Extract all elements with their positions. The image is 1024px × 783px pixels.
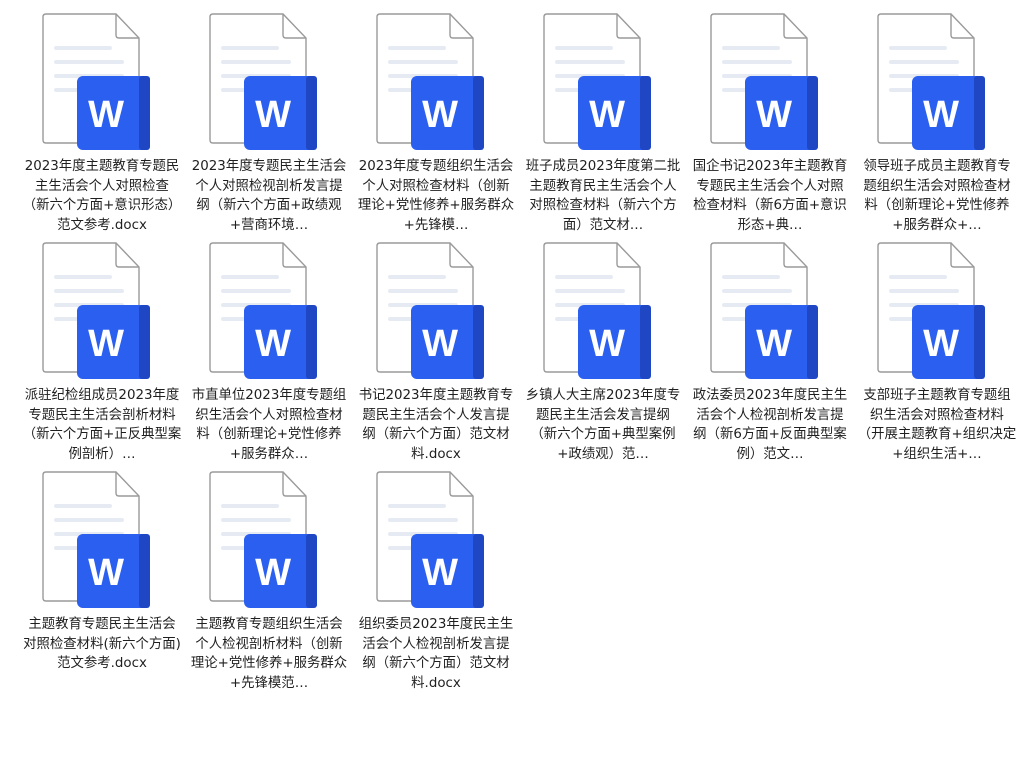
svg-text:W: W xyxy=(923,94,959,136)
file-item[interactable]: W 主题教育专题民主生活会对照检查材料(新六个方面)范文参考.docx xyxy=(19,470,186,699)
svg-text:W: W xyxy=(255,94,291,136)
file-item[interactable]: W 主题教育专题组织生活会个人检视剖析材料（创新理论+党性修养+服务群众+先锋模… xyxy=(186,470,353,699)
word-document-icon: W xyxy=(541,241,651,381)
svg-text:W: W xyxy=(255,552,291,594)
word-document-icon: W xyxy=(40,470,150,610)
word-document-icon: W xyxy=(207,241,317,381)
file-name-label: 国企书记2023年主题教育专题民主生活会个人对照检查材料（新6方面+意识形态+典… xyxy=(692,159,848,233)
svg-text:W: W xyxy=(422,323,458,365)
file-name-label: 政法委员2023年度民主生活会个人检视剖析发言提纲（新6方面+反面典型案例）范文… xyxy=(692,388,848,462)
file-name-label: 主题教育专题组织生活会个人检视剖析材料（创新理论+党性修养+服务群众+先锋模范… xyxy=(190,617,348,691)
svg-text:W: W xyxy=(589,94,625,136)
svg-text:W: W xyxy=(88,552,124,594)
file-name-label: 2023年度主题教育专题民主生活会个人对照检查（新六个方面+意识形态）范文参考.… xyxy=(22,159,182,233)
file-name-label: 班子成员2023年度第二批主题教育民主生活会个人对照检查材料（新六个方面）范文材… xyxy=(525,159,681,233)
file-name-label: 书记2023年度主题教育专题民主生活会个人发言提纲（新六个方面）范文材料.doc… xyxy=(358,388,514,462)
file-name-label: 2023年度专题民主生活会个人对照检视剖析发言提纲（新六个方面+政绩观+营商环境… xyxy=(191,159,347,233)
file-name-label: 乡镇人大主席2023年度专题民主生活会发言提纲（新六个方面+典型案例+政绩观）范… xyxy=(525,388,681,462)
word-document-icon: W xyxy=(875,241,985,381)
word-document-icon: W xyxy=(207,470,317,610)
svg-text:W: W xyxy=(923,323,959,365)
file-grid: W 2023年度主题教育专题民主生活会个人对照检查（新六个方面+意识形态）范文参… xyxy=(19,12,1021,699)
word-document-icon: W xyxy=(541,12,651,152)
word-document-icon: W xyxy=(875,12,985,152)
file-item[interactable]: W 2023年度主题教育专题民主生活会个人对照检查（新六个方面+意识形态）范文参… xyxy=(19,12,186,241)
file-item[interactable]: W 组织委员2023年度民主生活会个人检视剖析发言提纲（新六个方面）范文材料.d… xyxy=(353,470,520,699)
word-document-icon: W xyxy=(40,241,150,381)
svg-text:W: W xyxy=(88,323,124,365)
svg-text:W: W xyxy=(589,323,625,365)
file-name-label: 支部班子主题教育专题组织生活会对照检查材料（开展主题教育+组织决定+组织生活+… xyxy=(857,388,1017,462)
svg-text:W: W xyxy=(756,323,792,365)
word-document-icon: W xyxy=(374,241,484,381)
file-item[interactable]: W 乡镇人大主席2023年度专题民主生活会发言提纲（新六个方面+典型案例+政绩观… xyxy=(520,241,687,470)
file-item[interactable]: W 支部班子主题教育专题组织生活会对照检查材料（开展主题教育+组织决定+组织生活… xyxy=(854,241,1021,470)
word-document-icon: W xyxy=(374,12,484,152)
word-document-icon: W xyxy=(708,241,818,381)
file-item[interactable]: W 国企书记2023年主题教育专题民主生活会个人对照检查材料（新6方面+意识形态… xyxy=(687,12,854,241)
svg-text:W: W xyxy=(422,94,458,136)
svg-text:W: W xyxy=(756,94,792,136)
file-name-label: 市直单位2023年度专题组织生活会个人对照检查材料（创新理论+党性修养+服务群众… xyxy=(191,388,347,462)
file-name-label: 主题教育专题民主生活会对照检查材料(新六个方面)范文参考.docx xyxy=(23,617,181,671)
word-document-icon: W xyxy=(207,12,317,152)
file-item[interactable]: W 班子成员2023年度第二批主题教育民主生活会个人对照检查材料（新六个方面）范… xyxy=(520,12,687,241)
file-item[interactable]: W 市直单位2023年度专题组织生活会个人对照检查材料（创新理论+党性修养+服务… xyxy=(186,241,353,470)
file-name-label: 组织委员2023年度民主生活会个人检视剖析发言提纲（新六个方面）范文材料.doc… xyxy=(358,617,514,691)
file-name-label: 领导班子成员主题教育专题组织生活会对照检查材料（创新理论+党性修养+服务群众+… xyxy=(863,159,1011,233)
file-item[interactable]: W 2023年度专题民主生活会个人对照检视剖析发言提纲（新六个方面+政绩观+营商… xyxy=(186,12,353,241)
svg-text:W: W xyxy=(255,323,291,365)
svg-text:W: W xyxy=(88,94,124,136)
word-document-icon: W xyxy=(40,12,150,152)
file-item[interactable]: W 领导班子成员主题教育专题组织生活会对照检查材料（创新理论+党性修养+服务群众… xyxy=(854,12,1021,241)
file-item[interactable]: W 2023年度专题组织生活会个人对照检查材料（创新理论+党性修养+服务群众+先… xyxy=(353,12,520,241)
svg-text:W: W xyxy=(422,552,458,594)
file-item[interactable]: W 政法委员2023年度民主生活会个人检视剖析发言提纲（新6方面+反面典型案例）… xyxy=(687,241,854,470)
file-item[interactable]: W 派驻纪检组成员2023年度专题民主生活会剖析材料（新六个方面+正反典型案例剖… xyxy=(19,241,186,470)
word-document-icon: W xyxy=(374,470,484,610)
file-item[interactable]: W 书记2023年度主题教育专题民主生活会个人发言提纲（新六个方面）范文材料.d… xyxy=(353,241,520,470)
file-name-label: 派驻纪检组成员2023年度专题民主生活会剖析材料（新六个方面+正反典型案例剖析）… xyxy=(22,388,182,462)
file-name-label: 2023年度专题组织生活会个人对照检查材料（创新理论+党性修养+服务群众+先锋模… xyxy=(357,159,515,233)
word-document-icon: W xyxy=(708,12,818,152)
